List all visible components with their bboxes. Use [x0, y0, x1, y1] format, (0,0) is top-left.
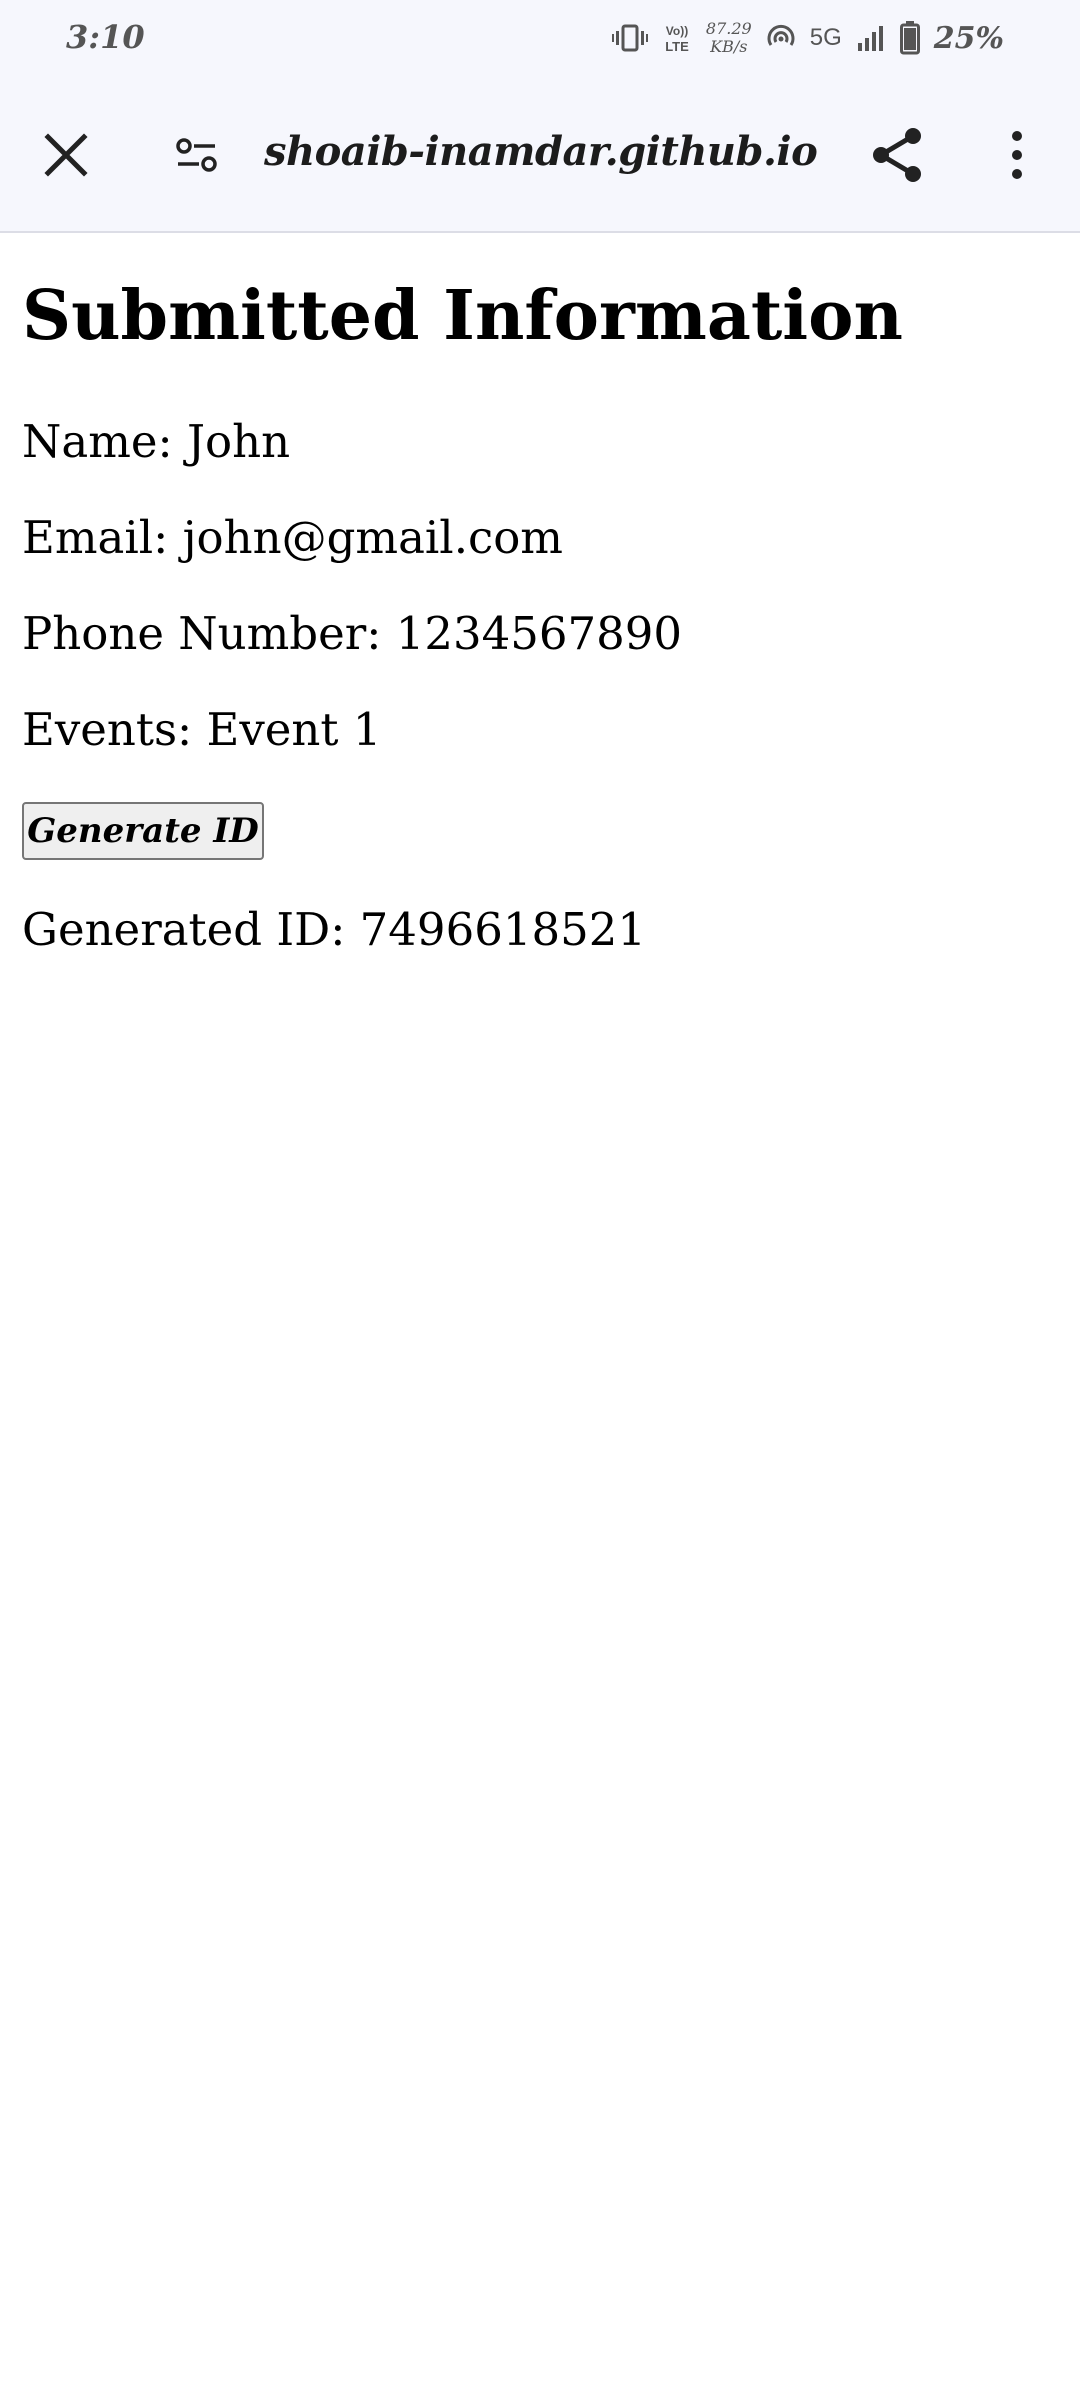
- battery-percent: 25%: [933, 20, 1004, 56]
- status-bar: 3:10 Vo)) LTE 87.29 KB/s 5G 25%: [0, 0, 1080, 80]
- hotspot-icon: [766, 23, 796, 53]
- close-icon: [44, 133, 88, 181]
- page-title: Submitted Information: [22, 276, 903, 356]
- vibrate-icon: [611, 23, 648, 53]
- generated-id-line: Generated ID: 7496618521: [22, 903, 646, 956]
- svg-text:Vo)): Vo)): [666, 24, 688, 38]
- more-menu-icon: [1010, 130, 1024, 184]
- url-bar[interactable]: shoaib-inamdar.github.io: [264, 128, 818, 175]
- svg-text:LTE: LTE: [665, 39, 689, 54]
- site-settings-button[interactable]: [157, 117, 237, 197]
- volte-icon: Vo)) LTE: [662, 22, 692, 54]
- signal-icon: [856, 23, 886, 53]
- email-line: Email: john@gmail.com: [22, 511, 563, 564]
- site-settings-icon: [175, 137, 219, 177]
- share-button[interactable]: [857, 117, 937, 197]
- net-speed: 87.29 KB/s: [706, 20, 752, 56]
- battery-icon: [899, 21, 920, 55]
- network-type: 5G: [809, 24, 842, 51]
- events-line: Events: Event 1: [22, 703, 382, 756]
- browser-toolbar: shoaib-inamdar.github.io: [0, 80, 1080, 233]
- net-speed-value: 87.29: [705, 19, 752, 38]
- close-button[interactable]: [26, 117, 106, 197]
- generate-id-button[interactable]: Generate ID: [22, 802, 264, 860]
- name-line: Name: John: [22, 415, 291, 468]
- phone-line: Phone Number: 1234567890: [22, 607, 683, 660]
- net-speed-unit: KB/s: [710, 37, 748, 56]
- more-menu-button[interactable]: [977, 117, 1057, 197]
- status-icons: Vo)) LTE 87.29 KB/s 5G 25%: [611, 16, 1004, 60]
- share-icon: [870, 126, 924, 188]
- status-time: 3:10: [66, 18, 145, 56]
